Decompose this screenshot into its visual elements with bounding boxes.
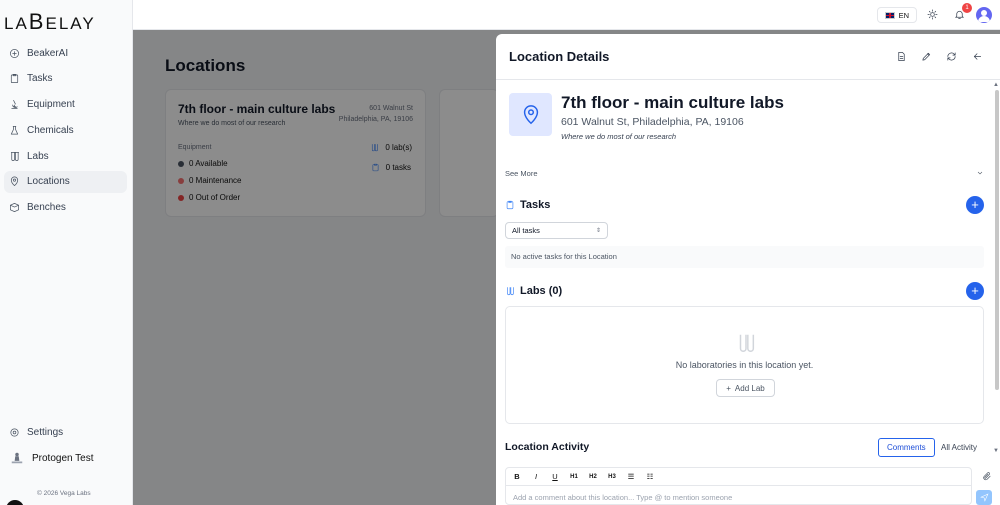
arrow-left-icon[interactable]: [972, 51, 983, 62]
bold-button[interactable]: B: [513, 472, 521, 481]
notification-badge: 1: [962, 3, 972, 13]
scroll-down-icon[interactable]: ▼: [993, 448, 999, 454]
tasks-empty-state: No active tasks for this Location: [505, 246, 984, 268]
labs-empty-message: No laboratories in this location yet.: [675, 360, 814, 370]
location-address: 601 Walnut St, Philadelphia, PA, 19106: [561, 116, 744, 128]
box-icon: [10, 203, 19, 213]
sidebar-item-settings[interactable]: Settings: [4, 421, 127, 443]
user-icon: [978, 10, 990, 22]
sidebar-item-benches[interactable]: Benches: [4, 197, 127, 219]
user-avatar-icon: [11, 452, 23, 464]
add-task-button[interactable]: +: [966, 196, 984, 214]
sidebar-item-chemicals[interactable]: Chemicals: [4, 119, 127, 141]
sidebar-item-label: Benches: [27, 202, 66, 214]
sidebar-item-label: Locations: [27, 176, 70, 188]
sidebar-nav: BeakerAI Tasks Equipment Chemicals Labs …: [0, 42, 133, 223]
chevron-down-icon[interactable]: [976, 169, 984, 177]
language-label: EN: [898, 10, 909, 20]
location-hero-icon: [509, 93, 552, 136]
language-selector[interactable]: EN: [876, 7, 917, 23]
bullet-list-icon[interactable]: ☰: [627, 472, 635, 481]
test-tubes-icon: [739, 334, 755, 352]
chevron-updown-icon: ⇕: [595, 228, 601, 234]
app-logo[interactable]: LABELAY: [4, 9, 96, 35]
sidebar-item-beakerai[interactable]: BeakerAI: [4, 42, 127, 64]
refresh-icon[interactable]: [946, 51, 957, 62]
clipboard-icon: [506, 200, 514, 210]
panel-title: Location Details: [509, 49, 610, 64]
location-name: 7th floor - main culture labs: [561, 93, 784, 112]
microscope-icon: [11, 100, 18, 110]
tasks-filter-select[interactable]: All tasks ⇕: [505, 222, 608, 239]
add-lab-button[interactable]: + Add Lab: [716, 379, 775, 397]
send-button[interactable]: [976, 490, 992, 505]
help-button[interactable]: [6, 500, 24, 505]
clipboard-icon: [10, 74, 19, 84]
add-lab-plus-button[interactable]: +: [966, 282, 984, 300]
uk-flag-icon: [884, 11, 895, 19]
pencil-icon[interactable]: [921, 51, 932, 62]
flask-icon: [10, 125, 19, 135]
sidebar-item-label: Labs: [27, 150, 49, 162]
top-header: EN 1: [133, 0, 1000, 30]
map-pin-icon: [10, 177, 19, 187]
editor-toolbar: B I U H1 H2 H3 ☰ ☷: [506, 468, 971, 486]
avatar[interactable]: [976, 7, 992, 23]
tasks-section-title: Tasks: [505, 199, 550, 211]
add-lab-label: Add Lab: [734, 383, 765, 393]
document-icon[interactable]: [896, 51, 907, 62]
heading1-button[interactable]: H1: [570, 474, 578, 480]
panel-header: Location Details: [496, 34, 1000, 80]
sidebar-item-label: Chemicals: [27, 124, 74, 136]
beaker-ai-icon: [10, 48, 19, 58]
sidebar-item-tasks[interactable]: Tasks: [4, 68, 127, 90]
copyright: © 2026 Vega Labs: [37, 490, 91, 497]
map-pin-icon: [523, 104, 538, 124]
labs-title-label: Labs (0): [520, 285, 563, 297]
location-details-panel: Location Details 7th floor - main cultur…: [496, 34, 1000, 505]
gear-icon: [10, 427, 19, 437]
sidebar-item-equipment[interactable]: Equipment: [4, 94, 127, 116]
test-tubes-icon: [507, 287, 514, 296]
numbered-list-icon[interactable]: ☷: [646, 472, 654, 481]
user-name: Protogen Test: [32, 452, 94, 464]
see-more-toggle[interactable]: See More: [505, 169, 538, 178]
activity-title: Location Activity: [505, 441, 590, 453]
user-menu[interactable]: Protogen Test: [10, 451, 94, 465]
comment-input[interactable]: Add a comment about this location... Typ…: [506, 486, 971, 505]
tab-comments[interactable]: Comments: [878, 438, 935, 457]
underline-button[interactable]: U: [551, 472, 559, 481]
tab-all-activity[interactable]: All Activity: [933, 438, 985, 457]
paperclip-icon[interactable]: [982, 471, 992, 481]
scrollbar[interactable]: [995, 90, 999, 390]
sidebar-item-label: Equipment: [27, 99, 75, 111]
sun-icon[interactable]: [927, 9, 938, 20]
heading3-button[interactable]: H3: [608, 474, 616, 480]
tasks-filter-value: All tasks: [512, 226, 540, 235]
scroll-up-icon[interactable]: ▲: [993, 82, 999, 88]
sidebar-item-labs[interactable]: Labs: [4, 145, 127, 167]
send-icon: [979, 493, 988, 502]
location-description: Where we do most of our research: [561, 132, 677, 141]
sidebar-item-label: BeakerAI: [27, 47, 69, 59]
labs-empty-state: No laboratories in this location yet. + …: [505, 306, 984, 424]
sidebar-item-locations[interactable]: Locations: [4, 170, 127, 193]
italic-button[interactable]: I: [532, 472, 540, 481]
sidebar-item-label: Settings: [27, 426, 64, 438]
plus-icon: +: [726, 383, 731, 393]
heading2-button[interactable]: H2: [589, 474, 597, 480]
tasks-title-label: Tasks: [520, 199, 551, 211]
comment-editor: B I U H1 H2 H3 ☰ ☷ Add a comment about t…: [505, 467, 972, 505]
sidebar: LABELAY BeakerAI Tasks Equipment Chemica…: [0, 0, 133, 505]
sidebar-item-label: Tasks: [27, 73, 53, 85]
test-tubes-icon: [10, 151, 19, 161]
labs-section-title: Labs (0): [505, 285, 562, 297]
